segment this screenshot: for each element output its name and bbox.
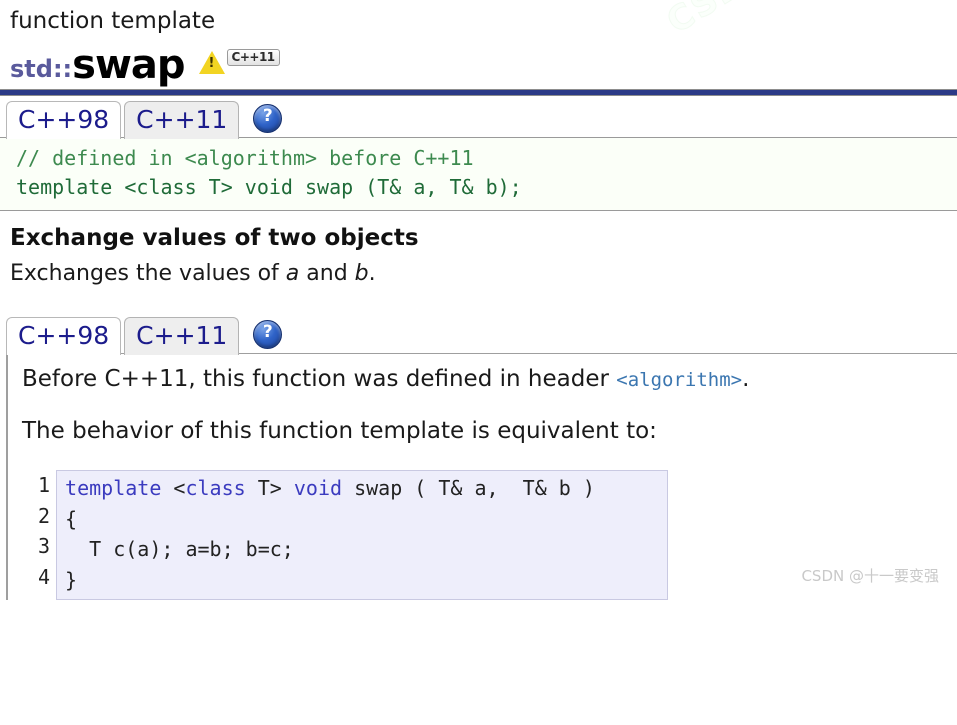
page-title: std:: swap C++11 bbox=[0, 34, 957, 85]
code-text: { bbox=[65, 506, 78, 531]
title-icon-group: C++11 bbox=[198, 49, 280, 75]
code-keyword: void bbox=[293, 476, 343, 501]
detail-paragraph-2: The behavior of this function template i… bbox=[22, 418, 657, 445]
header-divider bbox=[0, 89, 957, 97]
signature-tabbar: C++98 C++11 bbox=[0, 96, 957, 140]
tab-cpp11-signature[interactable]: C++11 bbox=[124, 101, 240, 140]
description-heading: Exchange values of two objects bbox=[10, 225, 419, 252]
signature-comment-line: // defined in <algorithm> before C++11 bbox=[16, 146, 474, 171]
code-keyword: template bbox=[65, 476, 174, 501]
code-line-numbers: 1 2 3 4 bbox=[38, 470, 56, 600]
code-line: T c(a); a=b; b=c; bbox=[65, 534, 667, 564]
code-line: template <class T> void swap ( T& a, T& … bbox=[65, 473, 667, 503]
description-var-b: b bbox=[354, 261, 369, 287]
code-text: < bbox=[173, 476, 186, 501]
description-prefix: Exchanges the values of bbox=[10, 261, 286, 287]
cpp11-badge: C++11 bbox=[226, 49, 280, 67]
detail-panel-body: Before C++11, this function was defined … bbox=[6, 353, 957, 600]
detail-paragraph-1: Before C++11, this function was defined … bbox=[22, 366, 957, 392]
tab-cpp98-signature[interactable]: C++98 bbox=[6, 101, 122, 140]
code-line-number: 1 bbox=[38, 473, 51, 498]
code-text: swap ( T& a, T& b ) bbox=[342, 476, 595, 501]
detail-paragraph-1-prefix: Before C++11, this function was defined … bbox=[22, 366, 617, 393]
code-text: T c(a); a=b; b=c; bbox=[65, 537, 294, 562]
code-text: } bbox=[65, 567, 78, 592]
equivalent-code-block: 1 2 3 4 template <class T> void swap ( T& a… bbox=[38, 470, 668, 600]
code-line-number: 4 bbox=[38, 564, 51, 589]
help-question-icon-detail[interactable] bbox=[253, 320, 283, 350]
description-middle: and bbox=[299, 261, 355, 287]
code-keyword: class bbox=[185, 476, 246, 501]
description-var-a: a bbox=[285, 261, 300, 287]
page-kicker: function template bbox=[10, 8, 216, 34]
title-namespace: std:: bbox=[10, 55, 73, 84]
inline-code-algorithm: <algorithm> bbox=[616, 369, 743, 392]
code-line: } bbox=[65, 565, 667, 595]
code-line: { bbox=[65, 504, 667, 534]
detail-tabbar: C++98 C++11 bbox=[0, 312, 957, 356]
detail-paragraph-1-suffix: . bbox=[742, 366, 750, 393]
help-question-icon[interactable] bbox=[253, 104, 283, 134]
description-body: Exchanges the values of a and b. bbox=[0, 251, 957, 286]
tab-cpp98-detail[interactable]: C++98 bbox=[6, 317, 122, 356]
page-root: CSDN function template std:: swap C++11 … bbox=[0, 0, 957, 600]
description-suffix: . bbox=[368, 261, 376, 287]
code-text: T> bbox=[245, 476, 294, 501]
warning-triangle-icon bbox=[198, 50, 225, 74]
code-line-number: 3 bbox=[38, 534, 51, 559]
signature-code-panel: // defined in <algorithm> before C++11 t… bbox=[0, 137, 957, 212]
code-line-number: 2 bbox=[38, 503, 51, 528]
csdn-watermark: CSDN @十一要变强 bbox=[801, 567, 939, 585]
detail-section: C++98 C++11 Before C++11, this function … bbox=[0, 312, 957, 600]
signature-declaration-line: template <class T> void swap (T& a, T& b… bbox=[16, 175, 522, 200]
code-content: template <class T> void swap ( T& a, T& … bbox=[56, 470, 668, 600]
tab-cpp11-detail[interactable]: C++11 bbox=[124, 317, 240, 356]
title-function-name: swap bbox=[72, 42, 185, 89]
